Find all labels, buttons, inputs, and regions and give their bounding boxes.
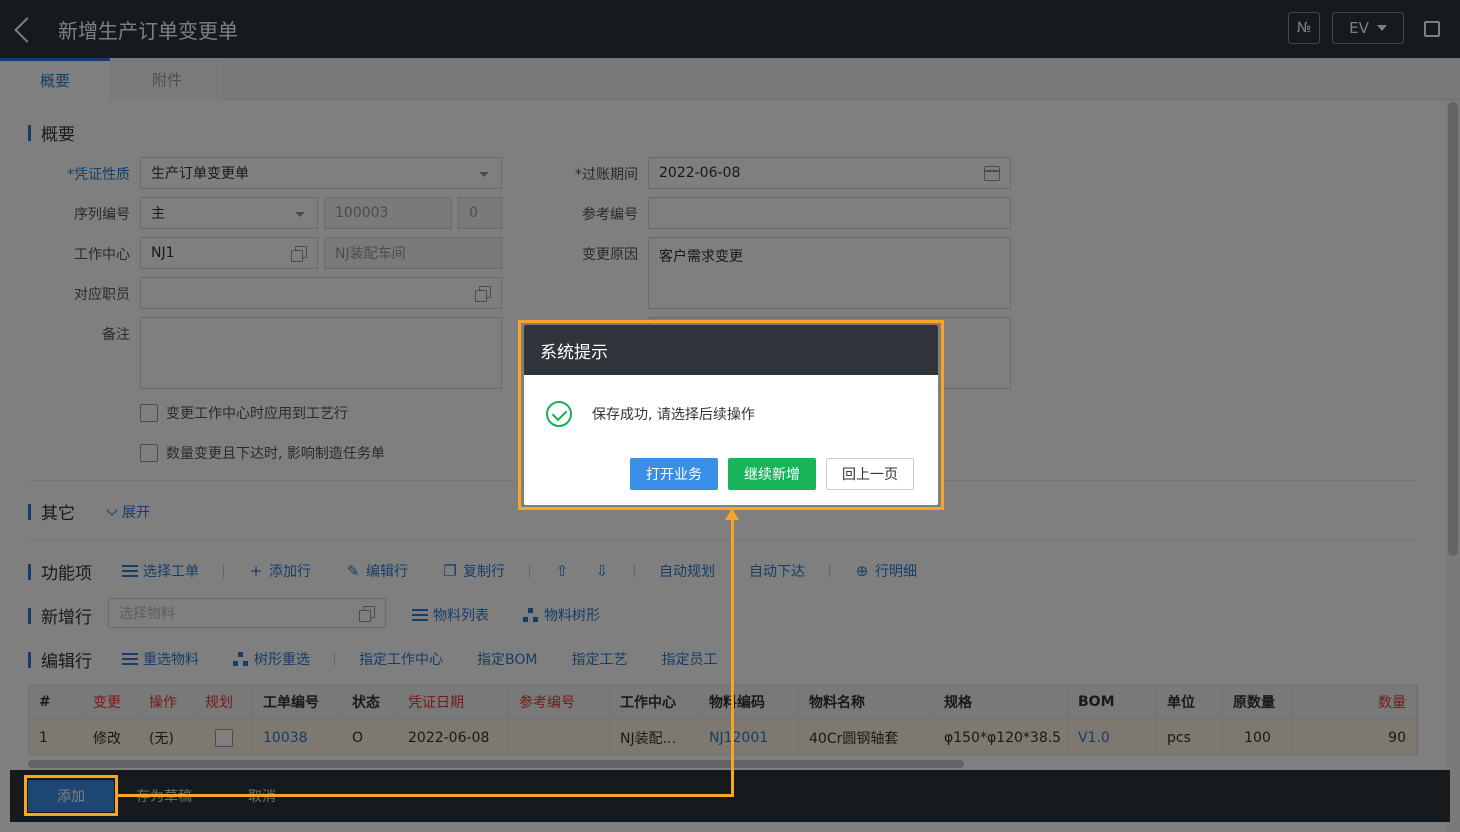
success-check-icon [546, 401, 572, 427]
dialog-message: 保存成功, 请选择后续操作 [546, 401, 755, 427]
open-business-button[interactable]: 打开业务 [630, 458, 718, 490]
connector-line [118, 794, 734, 797]
system-dialog: 系统提示 保存成功, 请选择后续操作 打开业务 继续新增 回上一页 [524, 325, 938, 505]
highlight-add-button [24, 775, 118, 816]
back-page-button[interactable]: 回上一页 [826, 458, 914, 490]
dialog-title: 系统提示 [524, 325, 938, 375]
continue-add-button[interactable]: 继续新增 [728, 458, 816, 490]
connector-line [731, 516, 734, 797]
